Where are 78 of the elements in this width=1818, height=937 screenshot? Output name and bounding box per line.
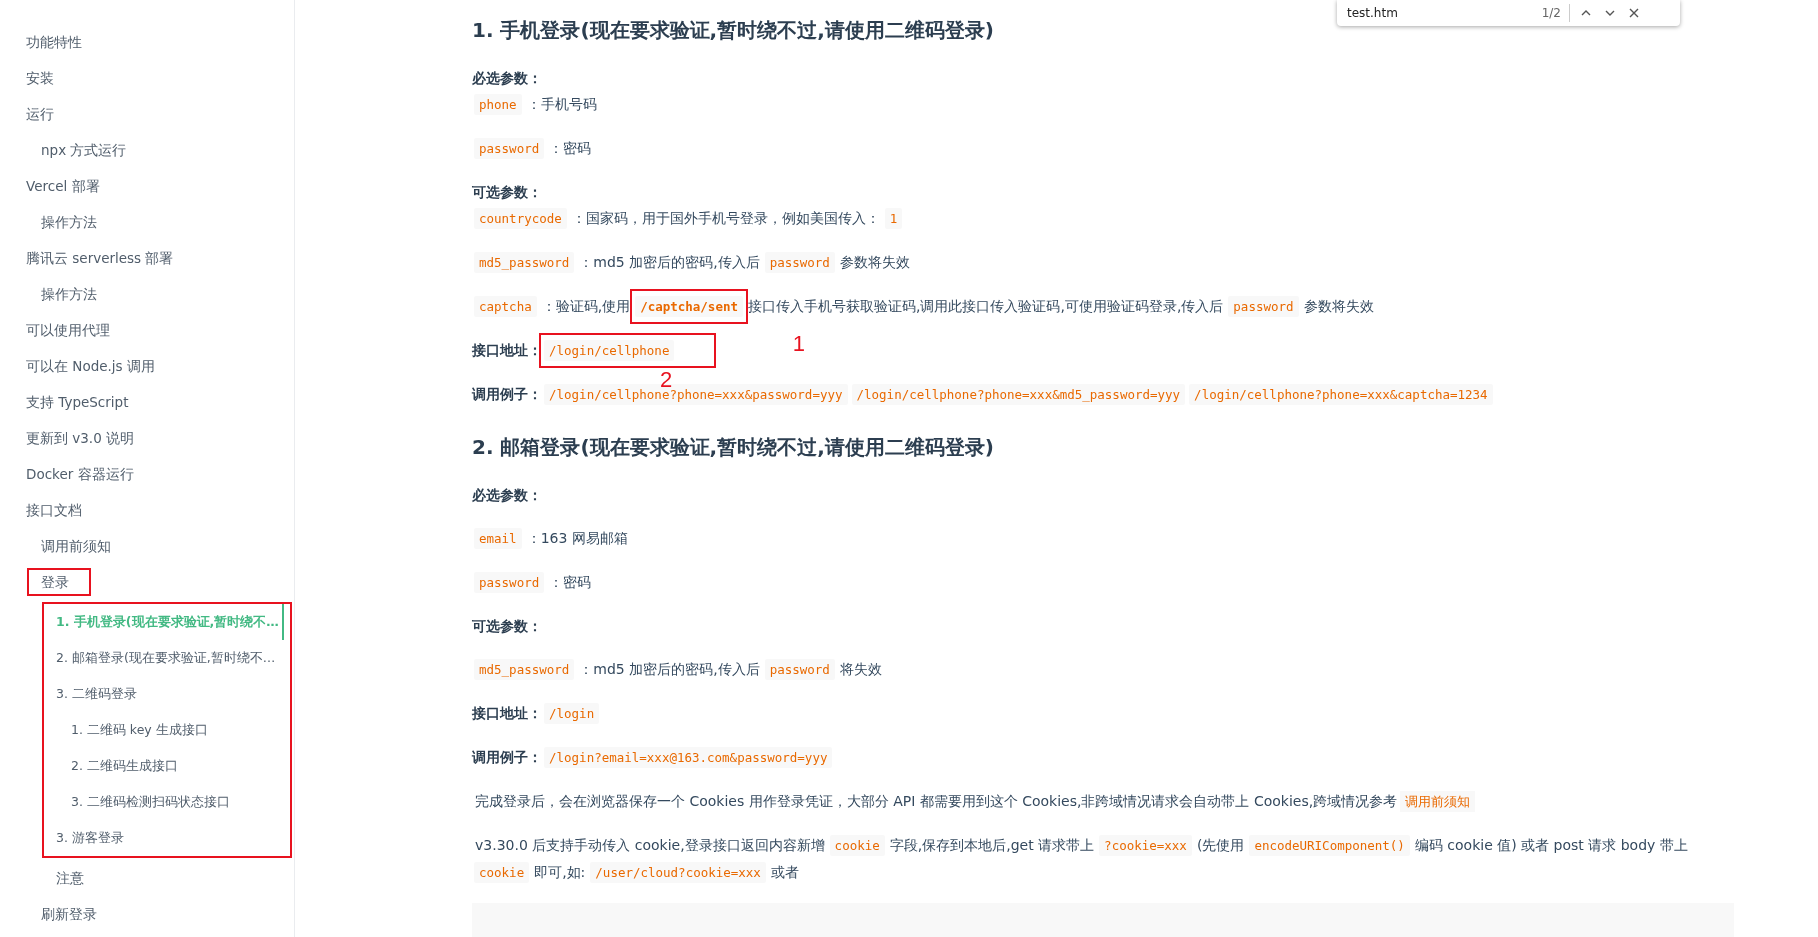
sidebar-item[interactable]: 安装	[26, 60, 54, 96]
sidebar-item[interactable]: 刷新登录	[41, 896, 97, 932]
paragraph-text: ：md5 加密后的密码,传入后	[579, 254, 760, 270]
inline-code: md5_password	[474, 252, 575, 273]
inline-code: password	[474, 138, 545, 159]
inline-code: /captcha/sent	[635, 296, 743, 317]
inline-code: /login/cellphone?phone=xxx&captcha=1234	[1189, 384, 1493, 405]
inline-code: /user/cloud?cookie=xxx	[590, 862, 766, 883]
sidebar-item[interactable]: npx 方式运行	[41, 132, 127, 168]
inline-code: md5_password	[474, 659, 575, 680]
field-label: 接口地址：	[472, 342, 542, 358]
field-label: 接口地址：	[472, 705, 542, 721]
sidebar-item[interactable]: 调用前须知	[41, 528, 111, 564]
sidebar-item[interactable]: 接口文档	[26, 492, 82, 528]
sidebar-item[interactable]: 3. 二维码检测扫码状态接口	[71, 784, 230, 820]
sidebar-item[interactable]: Vercel 部署	[26, 168, 100, 204]
sidebar-item[interactable]: 腾讯云 serverless 部署	[26, 240, 174, 276]
field-label: 调用例子：	[472, 386, 542, 402]
sidebar-item[interactable]: 3. 游客登录	[56, 820, 124, 856]
field-label: 必选参数：	[472, 487, 542, 503]
inline-code: password	[764, 659, 835, 680]
paragraph-text: 接口传入手机号获取验证码,调用此接口传入验证码,可使用验证码登录,传入后	[748, 298, 1224, 314]
field-label: 可选参数：	[472, 184, 542, 200]
field-label: 可选参数：	[472, 618, 542, 634]
inline-code: encodeURIComponent()	[1249, 835, 1410, 856]
field-label: 必选参数：	[472, 70, 542, 86]
sidebar-item[interactable]: 注意	[56, 860, 84, 896]
paragraph-text: ：163 网易邮箱	[526, 530, 628, 546]
paragraph-text: ：验证码,使用	[541, 298, 631, 314]
paragraph-text: ：手机号码	[526, 96, 597, 112]
inline-code: countrycode	[474, 208, 567, 229]
inline-code: password	[764, 252, 835, 273]
section-heading: 2. 邮箱登录(现在要求验证,暂时绕不过,请使用二维码登录)	[472, 434, 995, 461]
inline-code: captcha	[474, 296, 537, 317]
paragraph-text: ：密码	[549, 574, 592, 590]
sidebar-item[interactable]: 可以在 Node.js 调用	[26, 348, 155, 384]
inline-code: /login	[544, 703, 600, 724]
paragraph-text: 字段,保存到本地后,get 请求带上	[889, 837, 1095, 853]
paragraph-text: (先使用	[1196, 837, 1245, 853]
field-label: 调用例子：	[472, 749, 542, 765]
paragraph-text: 编码 cookie 值) 或者 post 请求 body 带上	[1414, 837, 1688, 853]
sidebar-item[interactable]: 3. 二维码登录	[56, 676, 137, 712]
paragraph-text: v3.30.0 后支持手动传入 cookie,登录接口返回内容新增	[475, 837, 825, 853]
sidebar-item[interactable]: 运行	[26, 96, 54, 132]
paragraph-text: 将失效	[839, 661, 882, 677]
paragraph-text: ：密码	[549, 140, 592, 156]
sidebar-item[interactable]: 登录	[27, 568, 91, 596]
annotation-number: 1	[792, 333, 805, 355]
inline-code: /login?email=xxx@163.com&password=yyy	[544, 747, 833, 768]
paragraph-text: 参数将失效	[1303, 298, 1374, 314]
sidebar-item[interactable]: 操作方法	[41, 276, 97, 312]
inline-code: /login/cellphone	[544, 340, 675, 361]
section-heading: 1. 手机登录(现在要求验证,暂时绕不过,请使用二维码登录)	[472, 17, 995, 44]
paragraph-text: 或者	[770, 864, 799, 880]
sidebar-item[interactable]: 支持 TypeScript	[26, 384, 129, 420]
sidebar-item[interactable]: 更新到 v3.0 说明	[26, 420, 135, 456]
inline-code: password	[474, 572, 545, 593]
inline-code: password	[1228, 296, 1299, 317]
inline-code: ?cookie=xxx	[1099, 835, 1192, 856]
inline-code: /login/cellphone?phone=xxx&md5_password=yyy	[851, 384, 1186, 405]
sidebar-item[interactable]: 2. 邮箱登录(现在要求验证,暂时绕不…	[56, 640, 276, 676]
sidebar-item[interactable]: 操作方法	[41, 204, 97, 240]
inline-code: cookie	[829, 835, 885, 856]
sidebar-item[interactable]: 功能特性	[26, 24, 82, 60]
paragraph-text: 即可,如:	[534, 864, 586, 880]
paragraph-text: ：md5 加密后的密码,传入后	[579, 661, 760, 677]
sidebar-item[interactable]: Docker 容器运行	[26, 456, 134, 492]
inline-code: 1	[884, 208, 903, 229]
match-count: 1/2	[1540, 6, 1561, 20]
paragraph-text: 参数将失效	[839, 254, 910, 270]
inline-code: cookie	[474, 862, 530, 883]
inline-code: email	[474, 528, 522, 549]
paragraph-text: 完成登录后，会在浏览器保存一个 Cookies 用作登录凭证，大部分 API 都需要用到这个 Cookies,非跨域情况请求会自动带上 Cookies,跨域情况参考	[475, 793, 1398, 809]
paragraph-text: ：国家码，用于国外手机号登录，例如美国传入：	[571, 210, 880, 226]
sidebar-item[interactable]: 1. 二维码 key 生成接口	[71, 712, 208, 748]
inline-code: phone	[474, 94, 522, 115]
sidebar-item[interactable]: 2. 二维码生成接口	[71, 748, 178, 784]
sidebar-item[interactable]: 可以使用代理	[26, 312, 110, 348]
